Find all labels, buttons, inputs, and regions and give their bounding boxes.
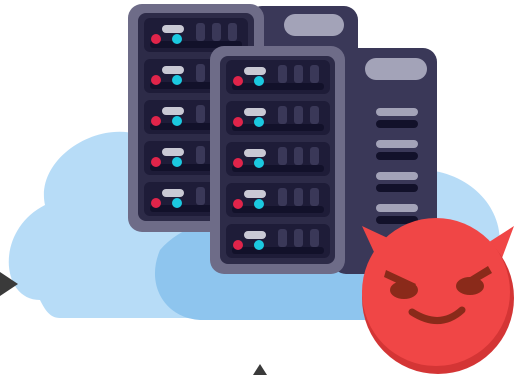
server-unit	[226, 101, 330, 135]
unit-label	[162, 107, 184, 115]
led-cyan-icon	[172, 157, 182, 167]
vent-slot	[376, 204, 418, 212]
vent-slot	[376, 152, 418, 160]
illustration-scene	[0, 4, 514, 375]
unit-label	[244, 108, 266, 116]
unit-label	[162, 66, 184, 74]
unit-label	[244, 190, 266, 198]
led-cyan-icon	[172, 34, 182, 44]
eye-right	[456, 277, 484, 295]
led-red-icon	[233, 158, 243, 168]
eye-left	[390, 281, 418, 299]
server-unit	[226, 142, 330, 176]
vent-slot	[376, 140, 418, 148]
led-cyan-icon	[254, 158, 264, 168]
unit-label	[162, 25, 184, 33]
led-cyan-icon	[254, 117, 264, 127]
led-red-icon	[151, 116, 161, 126]
vent-slot	[376, 172, 418, 180]
unit-label	[162, 189, 184, 197]
vent-slot	[376, 108, 418, 116]
led-red-icon	[151, 198, 161, 208]
led-red-icon	[233, 117, 243, 127]
led-red-icon	[233, 199, 243, 209]
server-unit	[226, 224, 330, 258]
led-red-icon	[233, 76, 243, 86]
unit-label	[244, 231, 266, 239]
led-red-icon	[233, 240, 243, 250]
triangle-up-icon	[253, 364, 267, 375]
devil-emoji-icon	[362, 218, 514, 374]
vent-slot	[376, 184, 418, 192]
vent-slot	[376, 120, 418, 128]
led-cyan-icon	[254, 240, 264, 250]
unit-label	[162, 148, 184, 156]
led-cyan-icon	[172, 116, 182, 126]
led-red-icon	[151, 75, 161, 85]
led-cyan-icon	[172, 75, 182, 85]
server-unit	[226, 183, 330, 217]
led-cyan-icon	[254, 76, 264, 86]
unit-label	[244, 67, 266, 75]
led-red-icon	[151, 157, 161, 167]
led-cyan-icon	[172, 198, 182, 208]
server-unit	[226, 60, 330, 94]
led-cyan-icon	[254, 199, 264, 209]
led-red-icon	[151, 34, 161, 44]
unit-label	[244, 149, 266, 157]
